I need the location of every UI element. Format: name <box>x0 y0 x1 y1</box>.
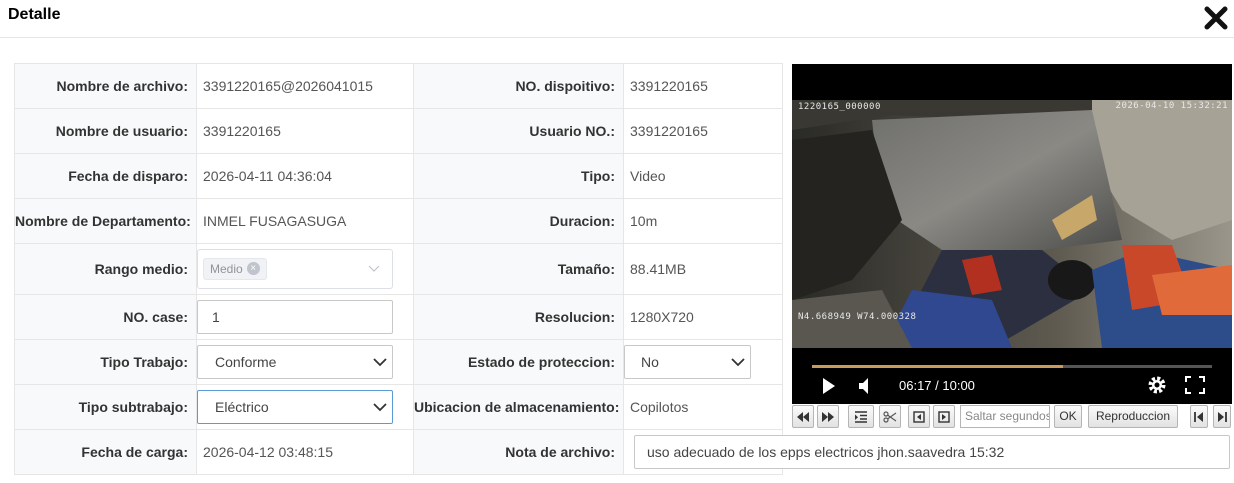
value-no-dispositivo: 3391220165 <box>623 63 783 109</box>
value-nombre-usuario: 3391220165 <box>196 108 414 154</box>
tipo-trabajo-select[interactable]: Conforme <box>197 345 393 379</box>
dialog-header: Detalle <box>0 0 1234 38</box>
skip-end-button[interactable] <box>1213 405 1231 428</box>
skip-start-button[interactable] <box>1190 405 1208 428</box>
table-row: Fecha de carga: 2026-04-12 03:48:15 Nota… <box>14 429 1230 475</box>
label-resolucion: Resolucion: <box>413 294 624 340</box>
tipo-subtrabajo-select[interactable]: Eléctrico <box>197 390 393 424</box>
label-no-case: NO. case: <box>14 294 197 340</box>
osd-top-left: 1220165_000000 <box>798 102 881 112</box>
estado-proteccion-select[interactable]: No <box>624 345 751 379</box>
estado-proteccion-value: No <box>641 354 659 370</box>
table-row: Nombre de archivo: 3391220165@2026041015… <box>14 63 783 109</box>
label-tipo-subtrabajo: Tipo subtrabajo: <box>14 384 197 430</box>
list-indent-icon <box>855 411 867 423</box>
volume-icon[interactable] <box>856 377 872 395</box>
chevron-down-icon <box>373 403 387 412</box>
value-fecha-disparo: 2026-04-11 04:36:04 <box>196 153 414 199</box>
estado-proteccion-cell: No <box>623 339 783 385</box>
fast-forward-button[interactable] <box>817 405 839 428</box>
label-duracion: Duracion: <box>413 198 624 244</box>
label-rango-medio: Rango medio: <box>14 243 197 295</box>
rewind-icon <box>797 412 809 422</box>
no-case-cell: 1 <box>196 294 414 340</box>
label-nota: Nota de archivo: <box>413 429 624 475</box>
label-tamano: Tamaño: <box>413 243 624 295</box>
label-fecha-disparo: Fecha de disparo: <box>14 153 197 199</box>
close-icon[interactable] <box>1202 4 1230 32</box>
tipo-trabajo-cell: Conforme <box>196 339 414 385</box>
prev-frame-icon <box>913 411 925 423</box>
skip-start-icon <box>1194 412 1203 422</box>
tag-remove-icon[interactable]: × <box>246 262 260 276</box>
video-player[interactable]: 1220165_000000 2026-04-10 15:32:21 N4.66… <box>792 64 1232 404</box>
tipo-trabajo-value: Conforme <box>215 354 277 370</box>
table-row: Fecha de disparo: 2026-04-11 04:36:04 Ti… <box>14 153 783 199</box>
value-tipo: Video <box>623 153 783 199</box>
rango-medio-tag: Medio × <box>203 258 267 280</box>
label-nombre-usuario: Nombre de usuario: <box>14 108 197 154</box>
gear-icon[interactable] <box>1147 375 1167 395</box>
prev-frame-button[interactable] <box>908 405 930 428</box>
fullscreen-icon[interactable] <box>1185 376 1205 394</box>
label-tipo-trabajo: Tipo Trabajo: <box>14 339 197 385</box>
details-table: Nombre de archivo: 3391220165@2026041015… <box>14 63 1230 475</box>
value-duracion: 10m <box>623 198 783 244</box>
progress-fill <box>812 365 1064 368</box>
value-fecha-carga: 2026-04-12 03:48:15 <box>196 429 414 475</box>
table-row: Rango medio: Medio × Tamaño: 88.41MB <box>14 243 783 295</box>
scissors-icon <box>883 411 897 423</box>
value-tamano: 88.41MB <box>623 243 783 295</box>
chevron-down-icon <box>373 358 387 367</box>
ok-button[interactable]: OK <box>1054 405 1082 428</box>
chevron-down-icon <box>368 265 380 272</box>
label-ubicacion: Ubicacion de almacenamiento: <box>413 384 624 430</box>
list-button[interactable] <box>848 405 874 428</box>
player-toolbar: Saltar segundos OK Reproduccion <box>792 404 1234 430</box>
nota-cell: uso adecuado de los epps electricos jhon… <box>623 429 1230 475</box>
tipo-subtrabajo-cell: Eléctrico <box>196 384 414 430</box>
label-nombre-archivo: Nombre de archivo: <box>14 63 197 109</box>
table-row: Tipo Trabajo: Conforme Estado de protecc… <box>14 339 783 385</box>
table-row: Tipo subtrabajo: Eléctrico Ubicacion de … <box>14 384 783 430</box>
table-row: Nombre de Departamento: INMEL FUSAGASUGA… <box>14 198 783 244</box>
fast-forward-icon <box>822 412 834 422</box>
osd-top-right: 2026-04-10 15:32:21 <box>1115 101 1228 111</box>
value-nombre-archivo: 3391220165@2026041015 <box>196 63 414 109</box>
cut-button[interactable] <box>879 405 901 428</box>
label-usuario-no: Usuario NO.: <box>413 108 624 154</box>
osd-coordinates: N4.668949 W74.000328 <box>798 312 917 322</box>
rango-medio-select[interactable]: Medio × <box>197 249 393 289</box>
table-row: NO. case: 1 Resolucion: 1280X720 <box>14 294 783 340</box>
label-no-dispositivo: NO. dispoitivo: <box>413 63 624 109</box>
rango-medio-tag-label: Medio <box>210 262 243 276</box>
seek-seconds-input[interactable]: Saltar segundos <box>960 405 1050 428</box>
rango-medio-cell: Medio × <box>196 243 414 295</box>
value-resolucion: 1280X720 <box>623 294 783 340</box>
label-tipo: Tipo: <box>413 153 624 199</box>
dialog-title: Detalle <box>8 6 61 23</box>
label-departamento: Nombre de Departamento: <box>14 198 197 244</box>
time-display: 06:17 / 10:00 <box>899 378 975 393</box>
next-frame-icon <box>938 411 950 423</box>
progress-bar[interactable] <box>812 365 1212 368</box>
table-row: Nombre de usuario: 3391220165 Usuario NO… <box>14 108 783 154</box>
skip-end-icon <box>1218 412 1227 422</box>
value-usuario-no: 3391220165 <box>623 108 783 154</box>
value-ubicacion: Copilotos <box>623 384 783 430</box>
label-fecha-carga: Fecha de carga: <box>14 429 197 475</box>
tipo-subtrabajo-value: Eléctrico <box>215 399 269 415</box>
value-departamento: INMEL FUSAGASUGA <box>196 198 414 244</box>
video-frame[interactable]: 1220165_000000 2026-04-10 15:32:21 N4.66… <box>792 100 1232 348</box>
play-icon[interactable] <box>821 377 837 395</box>
chevron-down-icon <box>731 358 745 367</box>
nota-input[interactable]: uso adecuado de los epps electricos jhon… <box>634 435 1230 469</box>
no-case-input[interactable]: 1 <box>197 300 393 334</box>
label-estado-proteccion: Estado de proteccion: <box>413 339 624 385</box>
playback-button[interactable]: Reproduccion <box>1088 405 1178 428</box>
next-frame-button[interactable] <box>933 405 955 428</box>
video-frame-image <box>792 100 1232 348</box>
rewind-button[interactable] <box>792 405 814 428</box>
